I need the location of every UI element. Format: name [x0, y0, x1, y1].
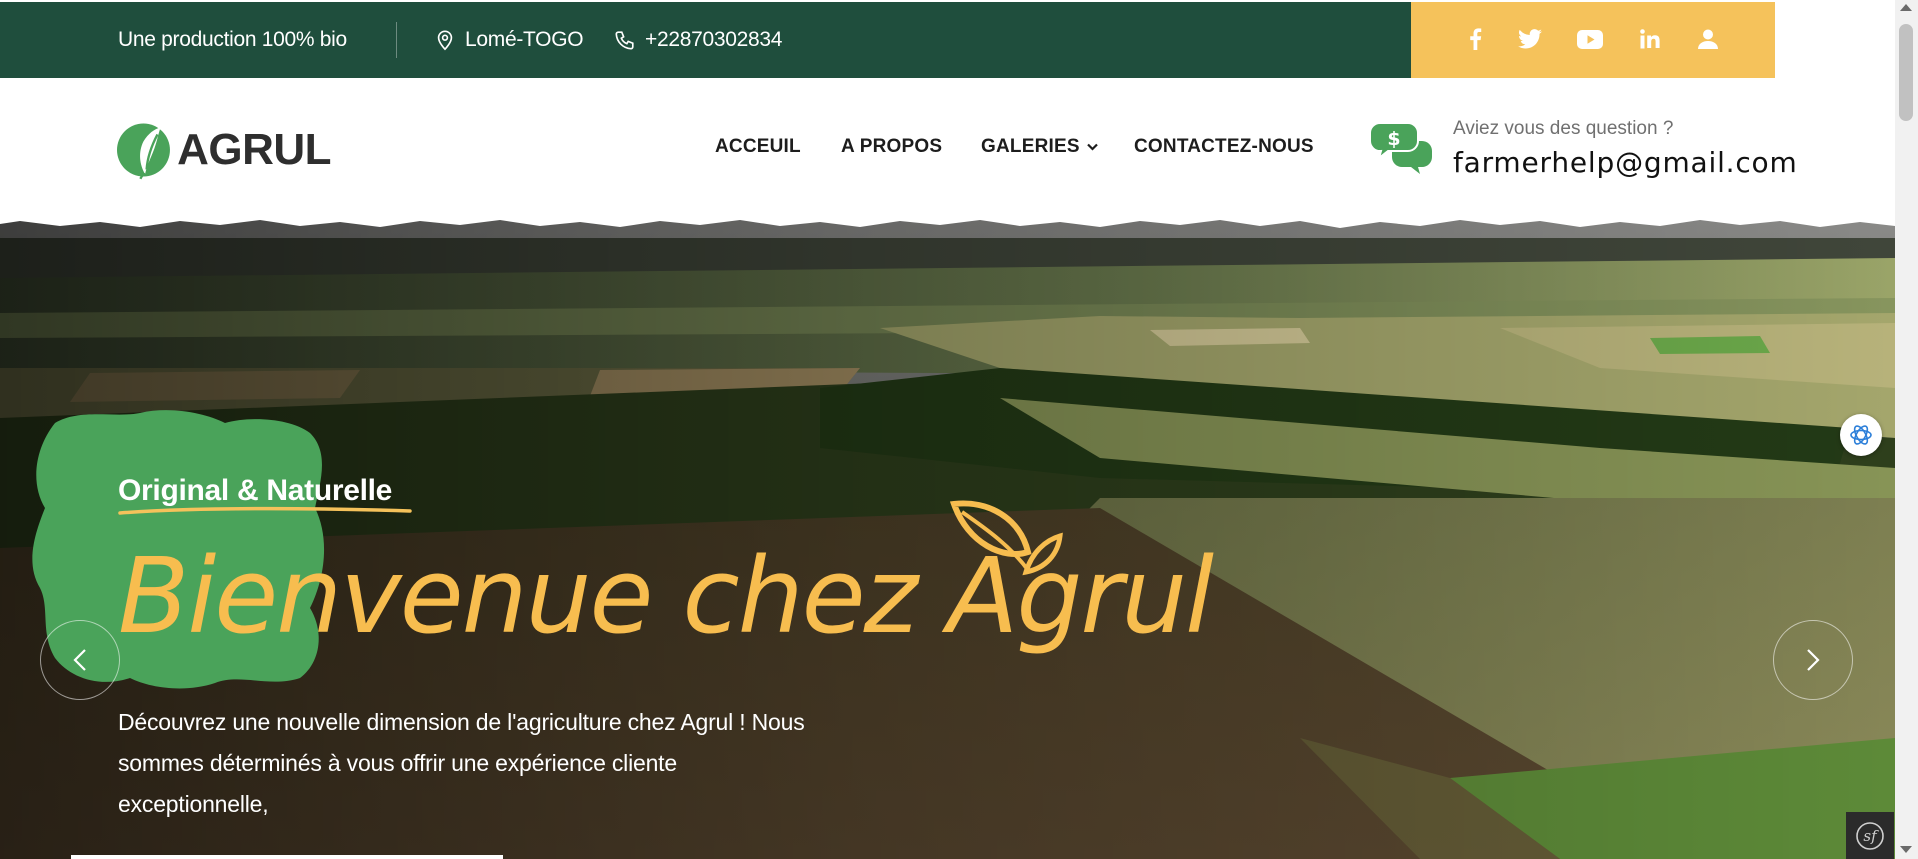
location: Lomé-TOGO [434, 2, 584, 78]
slider-progress-bar [71, 855, 503, 859]
scroll-up-arrow-icon[interactable] [1900, 4, 1912, 11]
nav-a-propos-label[interactable]: A PROPOS [841, 136, 942, 158]
phone-icon [614, 29, 636, 51]
youtube-icon[interactable] [1577, 26, 1603, 52]
symfony-toolbar-icon[interactable]: sf [1846, 812, 1894, 859]
user-icon[interactable] [1695, 26, 1721, 52]
ai-assistant-icon[interactable] [1840, 414, 1882, 456]
svg-text:$: $ [1387, 128, 1400, 150]
map-pin-icon [434, 29, 456, 51]
nav-galeries[interactable]: GALERIES [981, 136, 1098, 158]
top-bar-divider [396, 22, 397, 58]
location-text: Lomé-TOGO [465, 28, 584, 51]
nav-a-propos[interactable]: A PROPOS [841, 136, 942, 158]
phone[interactable]: +22870302834 [614, 2, 782, 78]
help-question: Aviez vous des question ? [1453, 118, 1674, 139]
logo-text: AGRUL [177, 125, 331, 174]
slider-next-button[interactable] [1773, 620, 1853, 700]
tagline: Une production 100% bio [118, 28, 347, 51]
leaf-logo-icon [117, 123, 170, 180]
nav-contactez-nous[interactable]: CONTACTEZ-NOUS [1134, 136, 1314, 158]
page-scrollbar[interactable] [1895, 0, 1918, 859]
nav-contactez-nous-label[interactable]: CONTACTEZ-NOUS [1134, 136, 1314, 158]
phone-text[interactable]: +22870302834 [645, 28, 782, 52]
help-email[interactable]: farmerhelp@gmail.com [1453, 146, 1798, 179]
logo[interactable]: AGRUL [117, 109, 331, 191]
chevron-left-icon [73, 648, 87, 672]
chat-money-icon: $ [1368, 121, 1434, 175]
hero-subtitle-text: Original & Naturelle [118, 474, 393, 507]
facebook-icon[interactable] [1462, 26, 1488, 52]
scroll-down-arrow-icon[interactable] [1900, 846, 1912, 853]
chevron-right-icon [1806, 648, 1820, 672]
slider-prev-button[interactable] [40, 620, 120, 700]
nav-acceuil-label[interactable]: ACCEUIL [715, 136, 801, 158]
linkedin-icon[interactable] [1637, 26, 1663, 52]
scrollbar-thumb[interactable] [1899, 24, 1913, 121]
nav-acceuil[interactable]: ACCEUIL [715, 136, 801, 158]
nav-galeries-label[interactable]: GALERIES [981, 136, 1080, 158]
brush-underline [118, 506, 412, 515]
leaf-decoration-icon [948, 500, 1064, 600]
hero-description: Découvrez une nouvelle dimension de l'ag… [118, 709, 805, 817]
hero-subtitle: Original & Naturelle [118, 474, 412, 515]
chevron-down-icon [1086, 143, 1098, 151]
torn-paper-edge [0, 212, 1895, 228]
svg-text:sf: sf [1863, 827, 1879, 845]
twitter-icon[interactable] [1517, 26, 1543, 52]
